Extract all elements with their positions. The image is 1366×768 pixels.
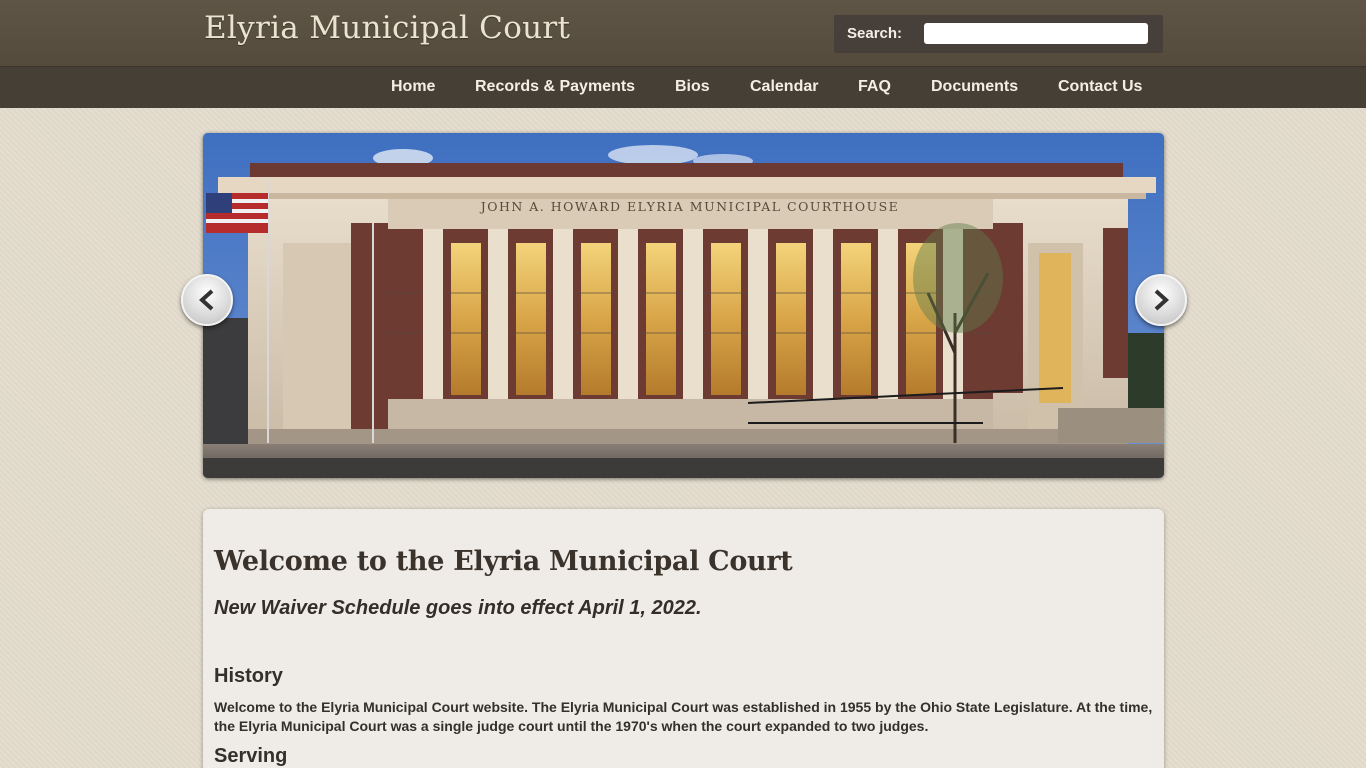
main-nav: Home Records & Payments Bios Calendar FA… [0,66,1366,108]
chevron-right-icon [1154,289,1169,311]
search-label: Search: [847,25,903,42]
serving-heading: Serving [214,745,288,767]
search-input[interactable] [924,23,1148,44]
nav-item-bios[interactable]: Bios [675,78,710,96]
nav-item-contact-us[interactable]: Contact Us [1058,78,1142,96]
nav-item-records-payments[interactable]: Records & Payments [475,78,635,96]
page-title: Welcome to the Elyria Municipal Court [214,546,793,577]
history-heading: History [214,665,283,687]
image-slider: JOHN A. HOWARD ELYRIA MUNICIPAL COURTHOU… [203,133,1164,478]
site-title[interactable]: Elyria Municipal Court [204,10,570,46]
main-content: Welcome to the Elyria Municipal Court Ne… [203,509,1164,768]
nav-item-calendar[interactable]: Calendar [750,78,818,96]
slider-next-button[interactable] [1135,274,1187,326]
nav-item-home[interactable]: Home [391,78,435,96]
nav-item-documents[interactable]: Documents [931,78,1018,96]
search-box: Search: [834,15,1163,53]
chevron-left-icon [199,289,214,311]
history-text: Welcome to the Elyria Municipal Court we… [214,699,1153,734]
building-inscription: JOHN A. HOWARD ELYRIA MUNICIPAL COURTHOU… [479,199,900,214]
nav-item-faq[interactable]: FAQ [858,78,891,96]
slider-prev-button[interactable] [181,274,233,326]
courthouse-photo: JOHN A. HOWARD ELYRIA MUNICIPAL COURTHOU… [203,133,1164,478]
announcement: New Waiver Schedule goes into effect Apr… [214,597,702,619]
site-header: Elyria Municipal Court Search: [0,0,1366,66]
